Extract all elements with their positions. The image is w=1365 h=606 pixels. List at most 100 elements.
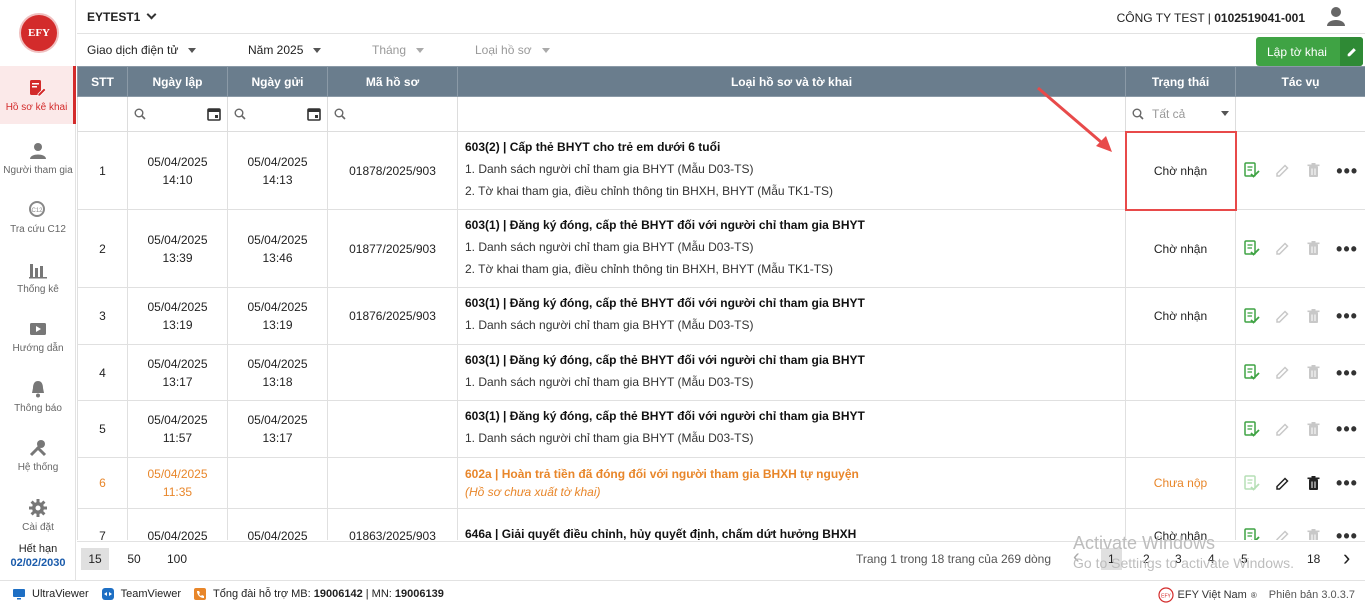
edit-pencil-icon[interactable] [1274, 421, 1291, 438]
sent-cell: 05/04/2025 [227, 508, 328, 540]
actions-cell: ••• [1235, 209, 1365, 288]
table-row[interactable]: 1 05/04/2025 14:10 05/04/2025 14:13 01878/… [77, 130, 1365, 211]
sent-date-filter[interactable] [227, 96, 328, 132]
next-page-button[interactable]: › [1343, 545, 1350, 571]
created-time: 13:39 [162, 250, 193, 265]
declaration-type-cell[interactable]: 602a | Hoàn trả tiền đã đóng đối với ngư… [457, 457, 1126, 509]
table-row[interactable]: 3 05/04/2025 13:19 05/04/2025 13:19 01876/… [77, 287, 1365, 345]
sidebar-item-system[interactable]: Hệ thống [0, 426, 76, 484]
sent-time: 13:17 [262, 431, 293, 445]
status-cell: Chờ nhận [1125, 209, 1236, 288]
chevron-down-icon [146, 9, 157, 20]
workspace-selector[interactable]: EYTEST1 [87, 9, 157, 24]
declaration-type-cell[interactable]: 603(1) | Đăng ký đóng, cấp thẻ BHYT đối … [457, 287, 1126, 345]
more-options-icon[interactable]: ••• [1336, 364, 1358, 382]
approve-document-icon[interactable] [1243, 420, 1260, 438]
sidebar-item-lookup-c12[interactable]: C12 Tra cứu C12 [0, 188, 76, 246]
table-row[interactable]: 5 05/04/2025 11:57 05/04/2025 13:17 603(1)… [77, 400, 1365, 458]
more-options-icon[interactable]: ••• [1336, 527, 1358, 540]
create-declaration-button[interactable]: Lập tờ khai [1256, 37, 1363, 66]
actions-cell: ••• [1235, 400, 1365, 458]
edit-pencil-icon[interactable] [1274, 475, 1291, 492]
page-18[interactable]: 18 [1307, 552, 1320, 566]
brand: EFY EFY Việt Nam ® [1157, 587, 1257, 603]
ultraviewer-link[interactable]: UltraViewer [12, 587, 89, 601]
hotline: Tổng đài hỗ trợ MB: 19006142 | MN: 19006… [193, 587, 444, 601]
declaration-type-cell[interactable]: 603(1) | Đăng ký đóng, cấp thẻ BHYT đối … [457, 344, 1126, 401]
search-icon [334, 108, 346, 120]
declaration-type-cell[interactable]: 603(1) | Đăng ký đóng, cấp thẻ BHYT đối … [457, 400, 1126, 458]
page-size-50[interactable]: 50 [121, 548, 147, 570]
declaration-type-cell[interactable]: 646a | Giải quyết điều chỉnh, hủy quyết … [457, 508, 1126, 540]
delete-trash-icon[interactable] [1305, 308, 1322, 325]
edit-document-icon [27, 78, 47, 98]
delete-trash-icon[interactable] [1305, 528, 1322, 541]
created-date: 05/04/2025 [147, 154, 208, 169]
approve-document-icon[interactable] [1243, 162, 1260, 179]
create-button-label: Lập tờ khai [1267, 44, 1327, 59]
windows-activation-watermark: Activate Windows Go to Settings to activ… [1073, 533, 1294, 573]
edit-pencil-icon[interactable] [1274, 308, 1291, 325]
more-options-icon[interactable]: ••• [1336, 162, 1358, 180]
sent-cell: 05/04/2025 14:13 [227, 131, 328, 210]
more-options-icon[interactable]: ••• [1336, 474, 1358, 492]
year-select[interactable]: Năm 2025 [248, 43, 322, 57]
declaration-form-line: 1. Danh sách người chỉ tham gia BHYT (Mẫ… [465, 239, 754, 254]
sidebar-item-settings[interactable]: Cài đặt [0, 486, 76, 544]
more-options-icon[interactable]: ••• [1336, 420, 1358, 438]
table-row[interactable]: 2 05/04/2025 13:39 05/04/2025 13:46 01877/… [77, 209, 1365, 288]
sidebar-item-declarations[interactable]: Hồ sơ kê khai [0, 66, 76, 124]
calendar-icon[interactable] [207, 107, 221, 121]
created-date: 05/04/2025 [147, 467, 208, 481]
col-header[interactable]: Ngày lập [127, 66, 228, 97]
declaration-title: 603(1) | Đăng ký đóng, cấp thẻ BHYT đối … [465, 409, 865, 423]
more-options-icon[interactable]: ••• [1336, 240, 1358, 258]
col-header[interactable]: Mã hồ sơ [327, 66, 458, 97]
row-index: 5 [77, 400, 128, 458]
sidebar-item-guide[interactable]: Hướng dẫn [0, 307, 76, 365]
declaration-type-cell[interactable]: 603(2) | Cấp thẻ BHYT cho trẻ em dưới 6 … [457, 131, 1126, 210]
table-row[interactable]: 4 05/04/2025 13:17 05/04/2025 13:18 603(1)… [77, 344, 1365, 401]
delete-trash-icon[interactable] [1305, 421, 1322, 438]
page-size-15[interactable]: 15 [81, 548, 109, 570]
delete-trash-icon[interactable] [1305, 364, 1322, 381]
more-options-icon[interactable]: ••• [1336, 307, 1358, 325]
teamviewer-link[interactable]: TeamViewer [101, 587, 181, 601]
code-filter[interactable] [327, 96, 458, 132]
delete-trash-icon[interactable] [1305, 240, 1322, 257]
sidebar-item-participants[interactable]: Người tham gia [0, 129, 76, 187]
col-header[interactable]: Ngày gửi [227, 66, 328, 97]
user-icon[interactable] [1325, 5, 1347, 27]
created-time: 13:17 [162, 374, 193, 389]
approve-document-icon[interactable] [1243, 474, 1260, 492]
page-size-100[interactable]: 100 [163, 548, 191, 570]
status-cell [1125, 400, 1236, 458]
declaration-form-line: 2. Tờ khai tham gia, điều chỉnh thông ti… [465, 261, 834, 276]
created-date-filter[interactable] [127, 96, 228, 132]
calendar-icon[interactable] [307, 107, 321, 121]
approve-document-icon[interactable] [1243, 307, 1260, 325]
col-header: STT [77, 66, 128, 97]
created-time: 11:35 [162, 485, 193, 499]
sidebar-item-statistics[interactable]: Thống kê [0, 248, 76, 306]
approve-document-icon[interactable] [1243, 240, 1260, 257]
teamviewer-label: TeamViewer [120, 587, 181, 600]
month-select[interactable]: Tháng [372, 43, 425, 57]
sent-date: 05/04/2025 [247, 300, 308, 314]
row-index: 6 [77, 457, 128, 509]
edit-pencil-icon[interactable] [1274, 162, 1291, 179]
delete-trash-icon[interactable] [1305, 475, 1322, 492]
sidebar-item-notifications[interactable]: Thông báo [0, 367, 76, 425]
declaration-type-cell[interactable]: 603(1) | Đăng ký đóng, cấp thẻ BHYT đối … [457, 209, 1126, 288]
declaration-form-line: 2. Tờ khai tham gia, điều chỉnh thông ti… [465, 183, 834, 198]
edit-pencil-icon[interactable] [1274, 240, 1291, 257]
transaction-type-select[interactable]: Giao dịch điện tử [87, 43, 197, 57]
table-row[interactable]: 6 05/04/2025 11:35 602a | Hoàn trả tiền đ… [77, 457, 1365, 509]
doc-type-select[interactable]: Loại hồ sơ [475, 43, 550, 57]
tools-icon [28, 438, 48, 458]
approve-document-icon[interactable] [1243, 364, 1260, 381]
efy-logo[interactable]: EFY [19, 13, 59, 53]
edit-pencil-icon[interactable] [1274, 364, 1291, 381]
status-filter[interactable]: Tất cả [1125, 96, 1236, 132]
delete-trash-icon[interactable] [1305, 162, 1322, 179]
